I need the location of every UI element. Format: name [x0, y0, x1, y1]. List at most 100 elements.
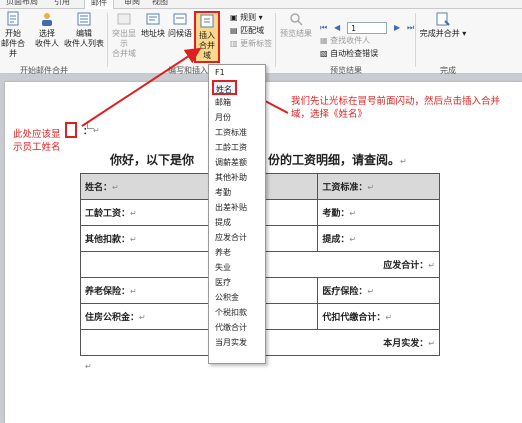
finish-merge-button[interactable]: 完成并合并 ▾	[418, 11, 468, 39]
menu-item-net-pay[interactable]: 当月实发	[209, 335, 265, 350]
menu-item-adjustment[interactable]: 调薪差额	[209, 155, 265, 170]
cursor-highlight-box	[65, 122, 77, 138]
menu-item-unemployment[interactable]: 失业	[209, 260, 265, 275]
salary-standard-cell[interactable]: 工资标准：↵	[317, 173, 440, 200]
first-record-icon[interactable]: ⏮	[320, 23, 327, 33]
commission-label: 提成：	[322, 235, 350, 245]
withheld-total-cell[interactable]: 代扣代缴合计：↵	[317, 303, 440, 330]
commission-cell[interactable]: 提成：↵	[317, 225, 440, 252]
edit-list-icon	[77, 12, 91, 26]
menu-item-f1[interactable]: F1	[209, 65, 265, 80]
menu-item-email[interactable]: 邮箱	[209, 95, 265, 110]
menu-item-pension[interactable]: 养老	[209, 245, 265, 260]
address-block-button[interactable]: 地址块	[140, 11, 166, 39]
greeting-line: 你好，以下是你	[110, 151, 194, 168]
cell-mark: ↵	[349, 209, 357, 218]
menu-item-tax-deduction[interactable]: 个税扣款	[209, 305, 265, 320]
menu-item-month[interactable]: 月份	[209, 110, 265, 125]
start-mail-merge-sub: 邮件合并	[1, 39, 25, 58]
tab-mailings[interactable]: 邮件	[84, 0, 114, 9]
rules-button[interactable]: ▣ 规则 ▾	[230, 13, 263, 23]
last-record-icon[interactable]: ⏭	[407, 23, 414, 33]
find-recipient-button[interactable]: ▦ 查找收件人	[320, 36, 370, 46]
medical-cell[interactable]: 医疗保险：↵	[317, 277, 440, 304]
insert-field-label: 插入	[199, 31, 215, 40]
seniority-cell[interactable]: 工龄工资：↵	[80, 199, 209, 226]
menu-item-gross-total[interactable]: 应发合计	[209, 230, 265, 245]
update-labels-label: 更新标签	[240, 39, 273, 48]
menu-item-commission[interactable]: 提成	[209, 215, 265, 230]
group-start-mail-merge: 开始邮件合并	[20, 66, 68, 75]
highlight-fields-sub: 合并域	[112, 49, 136, 58]
group-finish: 完成	[440, 66, 456, 75]
insert-field-icon	[200, 14, 214, 28]
menu-item-other-allowance[interactable]: 其他补助	[209, 170, 265, 185]
menu-item-seniority[interactable]: 工龄工资	[209, 140, 265, 155]
match-fields-button[interactable]: ▤ 匹配域	[230, 26, 264, 36]
greeting-tail-text: 份的工资明细，请查阅。	[268, 153, 401, 167]
medical-label: 医疗保险：	[322, 287, 368, 297]
group-preview-results: 预览结果	[330, 66, 362, 75]
next-record-icon[interactable]: ▶	[394, 23, 400, 33]
ribbon-separator	[107, 13, 108, 67]
other-deduction-label: 其他扣款：	[85, 235, 131, 245]
name-label: 姓名：	[85, 183, 113, 193]
housing-fund-cell[interactable]: 住房公积金：↵	[80, 303, 209, 330]
cell-mark: ↵	[367, 287, 375, 296]
tab-references[interactable]: 引用	[54, 0, 70, 8]
menu-item-attendance[interactable]: 考勤	[209, 185, 265, 200]
cell-mark: ↵	[130, 235, 137, 244]
gross-total-label: 应发合计：	[383, 261, 429, 271]
auto-check-errors-label: 自动检查错误	[330, 49, 379, 58]
pension-cell[interactable]: 养老保险：↵	[80, 277, 209, 304]
address-block-label: 地址块	[141, 29, 165, 38]
menu-item-housing-fund[interactable]: 公积金	[209, 290, 265, 305]
ribbon-separator	[275, 13, 276, 67]
menu-item-travel-allowance[interactable]: 出差补贴	[209, 200, 265, 215]
match-fields-label: 匹配域	[240, 26, 265, 35]
tab-review[interactable]: 审阅	[124, 0, 140, 8]
cell-mark: ↵	[349, 235, 357, 244]
attendance-cell[interactable]: 考勤：↵	[317, 199, 440, 226]
tab-view[interactable]: 视图	[152, 0, 168, 8]
menu-item-withheld-total[interactable]: 代缴合计	[209, 320, 265, 335]
finish-merge-label: 完成并合并	[419, 29, 460, 38]
left-annotation: 此处应该显示员工姓名	[13, 129, 61, 153]
menu-item-medical[interactable]: 医疗	[209, 275, 265, 290]
cell-mark: ↵	[130, 209, 137, 218]
greeting-line-button[interactable]: 问候语	[167, 11, 193, 39]
select-recipients-button[interactable]: 选择 收件人	[30, 11, 64, 49]
cell-mark: ↵	[385, 313, 393, 322]
highlight-merge-fields-button[interactable]: 突出显示 合并域	[109, 11, 139, 59]
address-block-icon	[146, 13, 160, 25]
match-fields-icon: ▤	[230, 26, 238, 35]
record-number-field[interactable]: 1	[347, 22, 387, 34]
ribbon-tab-bar: 页面布局 引用 邮件 审阅 视图	[0, 0, 522, 9]
update-labels-button[interactable]: ▥ 更新标签	[230, 39, 272, 49]
group-write-insert: 编写和插入	[168, 66, 208, 75]
recipients-icon	[42, 13, 52, 26]
start-mail-merge-button[interactable]: 开始 邮件合并	[0, 11, 26, 59]
find-icon: ▦	[320, 36, 328, 45]
edit-recipients-button[interactable]: 编辑 收件人列表	[64, 11, 104, 49]
greeting-icon	[173, 13, 187, 25]
select-recipients-sub: 收件人	[35, 39, 59, 48]
previous-record-icon[interactable]: ◀	[334, 23, 340, 33]
preview-results-button[interactable]: 预览结果	[278, 11, 314, 39]
check-errors-icon: ▧	[320, 49, 328, 58]
paragraph-mark: ↵	[400, 157, 407, 166]
tab-page-layout[interactable]: 页面布局	[6, 0, 38, 8]
other-deduction-cell[interactable]: 其他扣款：↵	[80, 225, 209, 252]
auto-check-errors-button[interactable]: ▧ 自动检查错误	[320, 49, 378, 59]
name-cell[interactable]: 姓名：↵	[80, 173, 209, 200]
seniority-label: 工龄工资：	[85, 209, 131, 219]
cell-mark: ↵	[112, 183, 119, 192]
menu-item-name[interactable]: 姓名	[212, 80, 237, 95]
menu-item-salary-standard[interactable]: 工资标准	[209, 125, 265, 140]
rules-icon: ▣	[230, 13, 238, 22]
insert-merge-field-button[interactable]: 插入 合并域	[194, 11, 220, 63]
insert-field-sub: 合并域	[199, 41, 215, 60]
withheld-total-label: 代扣代缴合计：	[322, 313, 386, 323]
paragraph-mark: ↵	[85, 362, 92, 371]
edit-recipients-sub: 收件人列表	[64, 39, 104, 48]
